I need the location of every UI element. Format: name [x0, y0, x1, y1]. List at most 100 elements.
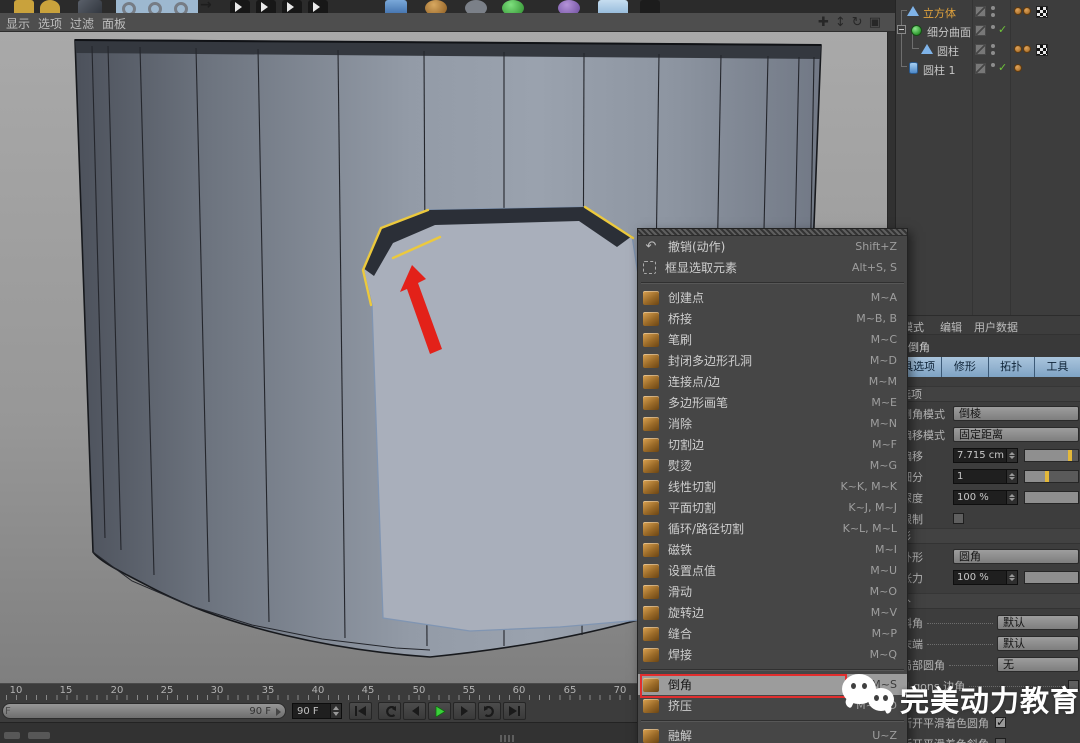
menu-item-magnet[interactable]: 磁铁 M~I — [638, 539, 907, 560]
menu-item-extrude[interactable]: 挤压 M~T, D — [638, 695, 907, 716]
tension-slider[interactable] — [1024, 571, 1079, 584]
object-row-subdivision[interactable]: 细分曲面 ✓ — [896, 21, 1080, 40]
menu-item-slide[interactable]: 滑动 M~O — [638, 581, 907, 602]
zoom-icon[interactable]: ↕ — [835, 16, 846, 29]
visibility-dots[interactable] — [991, 6, 995, 17]
move-tool-icon[interactable]: → — [200, 0, 224, 13]
tag-dot-icon[interactable] — [1023, 7, 1031, 15]
menu-item-dissolve[interactable]: 消除 M~N — [638, 413, 907, 434]
object-row-cylinder-child[interactable]: 圆柱 — [896, 40, 1080, 59]
menu-panel[interactable]: 面板 — [102, 15, 126, 32]
ngons-checkbox[interactable] — [1068, 680, 1079, 691]
menu-item-frame-selected[interactable]: 框显选取元素 Alt+S, S — [638, 257, 907, 278]
menu-item-stitch-sew[interactable]: 缝合 M~P — [638, 623, 907, 644]
offset-mode-dropdown[interactable]: 固定距离 — [953, 427, 1079, 442]
offset-field[interactable]: 7.715 cm — [953, 448, 1007, 463]
menu-tearoff-grip[interactable] — [638, 229, 907, 236]
toolbar-clipped-icon[interactable] — [598, 0, 628, 13]
menu-item-cut-edge[interactable]: 切割边 M~F — [638, 434, 907, 455]
partial-round-dropdown[interactable]: 无 — [997, 657, 1079, 672]
play-button[interactable] — [428, 702, 451, 720]
axis-button[interactable] — [282, 0, 302, 13]
layer-color-icon[interactable] — [975, 6, 986, 17]
menu-item-undo-action[interactable]: ↶ 撤销(动作) Shift+Z — [638, 236, 907, 257]
menu-item-polygon-pen[interactable]: 多边形画笔 M~E — [638, 392, 907, 413]
tab-topology[interactable]: 拓扑 — [989, 357, 1035, 377]
depth-slider[interactable] — [1024, 491, 1079, 504]
toolbar-clipped-icon[interactable] — [385, 0, 407, 13]
ending-dropdown[interactable]: 默认 — [997, 636, 1079, 651]
current-frame-field[interactable]: 90 F — [292, 703, 342, 719]
tag-dot-icon[interactable] — [1014, 7, 1022, 15]
pan-icon[interactable]: ✚ — [818, 16, 829, 29]
menu-item-iron[interactable]: 熨烫 M~G — [638, 455, 907, 476]
layer-color-icon[interactable] — [975, 63, 986, 74]
visibility-dots[interactable] — [991, 63, 995, 74]
menu-item-line-cut[interactable]: 线性切割 K~K, M~K — [638, 476, 907, 497]
previous-frame-button[interactable] — [403, 702, 426, 720]
enabled-check-icon[interactable]: ✓ — [998, 23, 1007, 36]
shape-dropdown[interactable]: 圆角 — [953, 549, 1079, 564]
texture-tag-icon[interactable] — [1036, 44, 1048, 56]
tab-tool[interactable]: 工具 — [1035, 357, 1080, 377]
object-row-cylinder1[interactable]: 圆柱 1 ✓ — [896, 59, 1080, 78]
menu-item-melt[interactable]: 融解 U~Z — [638, 725, 907, 743]
maximize-icon[interactable]: ▣ — [869, 16, 881, 29]
tension-spinner[interactable] — [1007, 570, 1018, 585]
selection-ring-icon[interactable] — [122, 2, 136, 13]
bevel-mode-dropdown[interactable]: 倒棱 — [953, 406, 1079, 421]
toolbar-clipped-icon[interactable] — [502, 0, 524, 13]
depth-spinner[interactable] — [1007, 490, 1018, 505]
menu-item-connect-points-edges[interactable]: 连接点/边 M~M — [638, 371, 907, 392]
menu-item-plane-cut[interactable]: 平面切割 K~J, M~J — [638, 497, 907, 518]
mitering-dropdown[interactable]: 默认 — [997, 615, 1079, 630]
toolbar-clipped-icon[interactable] — [465, 0, 487, 13]
axis-button[interactable] — [230, 0, 250, 13]
section-options[interactable]: 选项 — [896, 386, 1080, 402]
previous-key-button[interactable] — [378, 702, 401, 720]
section-shaping[interactable]: 形 — [896, 528, 1080, 544]
next-frame-button[interactable] — [453, 702, 476, 720]
menu-item-set-point-value[interactable]: 设置点值 M~U — [638, 560, 907, 581]
menu-item-close-polygon-hole[interactable]: 封闭多边形孔洞 M~D — [638, 350, 907, 371]
visibility-dots[interactable] — [991, 25, 995, 36]
layer-color-icon[interactable] — [975, 44, 986, 55]
statusbar-item[interactable] — [4, 732, 20, 739]
menu-item-brush[interactable]: 笔刷 M~C — [638, 329, 907, 350]
layer-color-icon[interactable] — [975, 25, 986, 36]
limit-checkbox[interactable] — [953, 513, 964, 524]
menu-filter[interactable]: 过滤 — [70, 15, 94, 32]
tag-dot-icon[interactable] — [1023, 45, 1031, 53]
am-menu-edit[interactable]: 编辑 — [940, 319, 962, 335]
goto-start-button[interactable] — [349, 702, 372, 720]
subdivision-spinner[interactable] — [1007, 469, 1018, 484]
offset-slider[interactable] — [1024, 449, 1079, 462]
frame-spinner[interactable] — [330, 704, 341, 718]
menu-options[interactable]: 选项 — [38, 15, 62, 32]
toolbar-clipped-icon[interactable] — [558, 0, 580, 13]
menu-item-loop-path-cut[interactable]: 循环/路径切割 K~L, M~L — [638, 518, 907, 539]
offset-spinner[interactable] — [1007, 448, 1018, 463]
subdivision-field[interactable]: 1 — [953, 469, 1007, 484]
goto-end-button[interactable] — [503, 702, 526, 720]
depth-field[interactable]: 100 % — [953, 490, 1007, 505]
visibility-dots[interactable] — [991, 44, 995, 55]
menu-display[interactable]: 显示 — [6, 15, 30, 32]
rotate-icon[interactable]: ↻ — [852, 16, 863, 29]
am-menu-userdata[interactable]: 用户数据 — [974, 319, 1018, 335]
next-key-button[interactable] — [478, 702, 501, 720]
toolbar-clipped-icon[interactable] — [78, 0, 102, 13]
resize-grip-icon[interactable] — [500, 735, 514, 742]
break-bevel-checkbox[interactable] — [995, 738, 1006, 743]
toolbar-clipped-icon[interactable] — [40, 0, 60, 13]
menu-item-weld[interactable]: 焊接 M~Q — [638, 644, 907, 665]
object-row-cube[interactable]: 立方体 — [896, 2, 1080, 21]
toolbar-clipped-icon[interactable] — [640, 0, 660, 13]
statusbar-item[interactable] — [28, 732, 50, 739]
section-topology[interactable]: 扑 — [896, 593, 1080, 609]
texture-tag-icon[interactable] — [1036, 6, 1048, 18]
tag-dot-icon[interactable] — [1014, 64, 1022, 72]
preview-range-slider[interactable]: F 90 F — [2, 703, 286, 719]
toolbar-clipped-icon[interactable] — [425, 0, 447, 13]
axis-button[interactable] — [308, 0, 328, 13]
